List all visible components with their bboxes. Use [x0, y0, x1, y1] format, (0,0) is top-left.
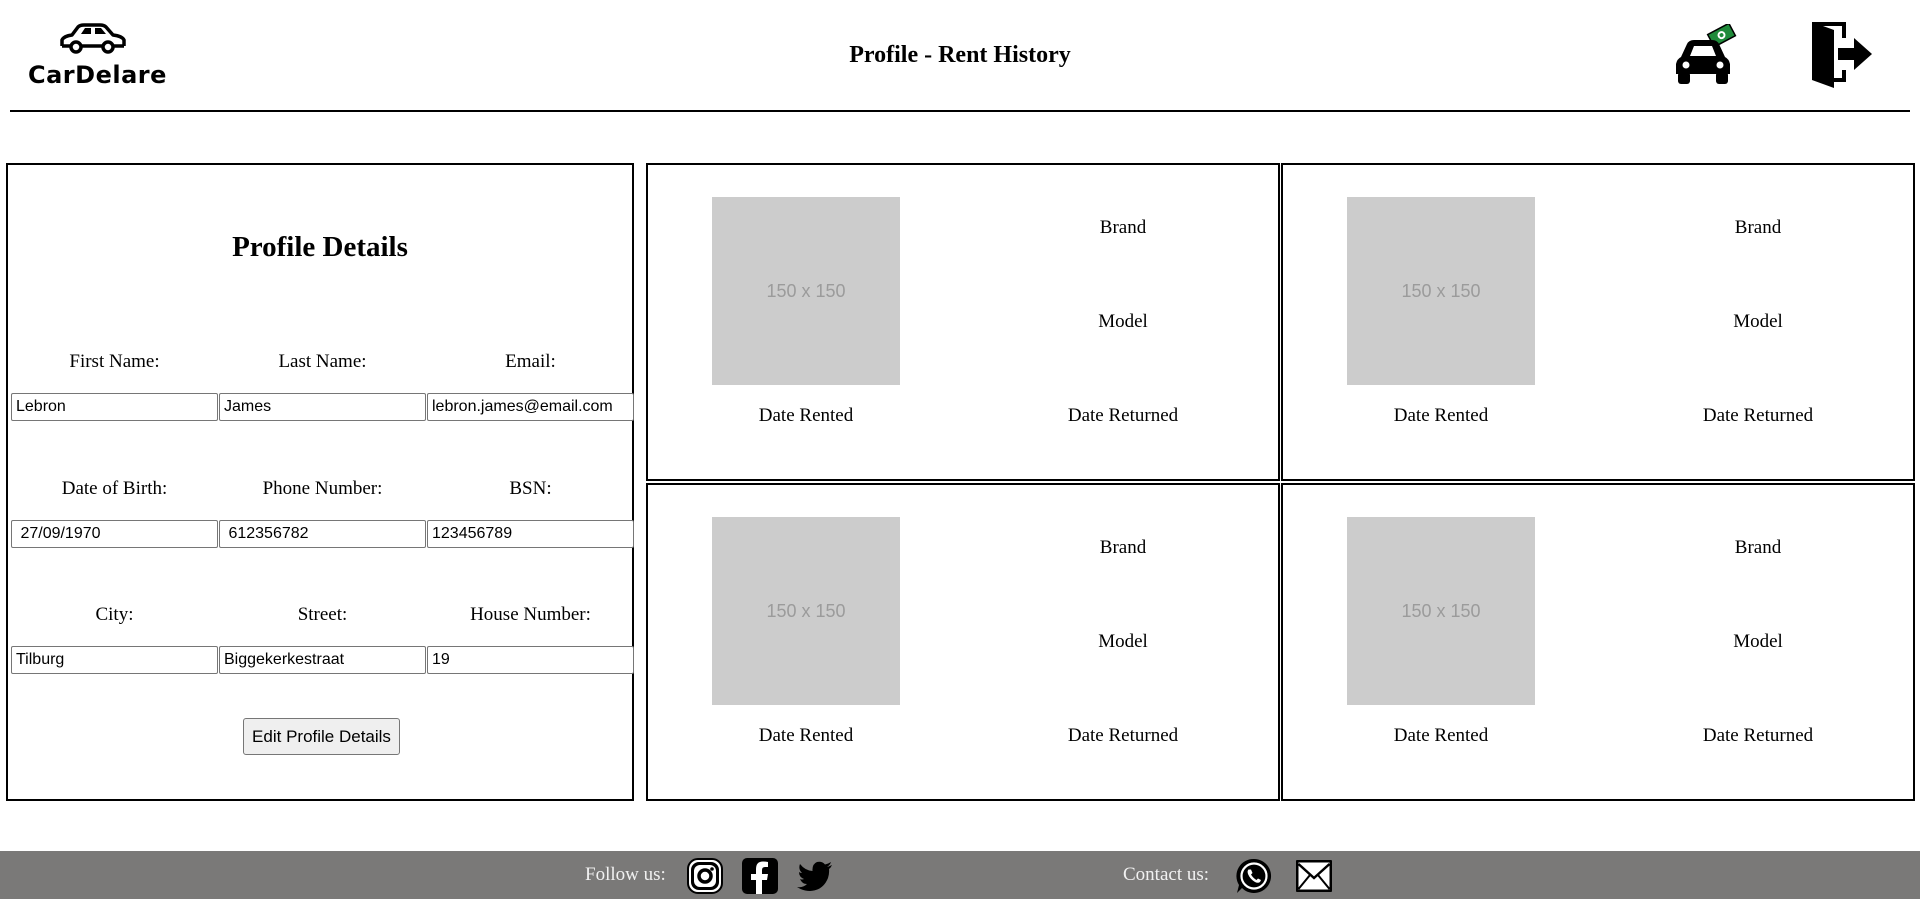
contact-us-label: Contact us:: [1123, 864, 1210, 885]
rental-date-returned: Date Returned: [1067, 725, 1179, 746]
date-of-birth-input[interactable]: [11, 520, 218, 548]
car-image-placeholder: 150 x 150: [1347, 197, 1535, 385]
rental-brand: Brand: [1734, 217, 1782, 238]
follow-us-label: Follow us:: [585, 864, 666, 885]
rental-date-returned: Date Returned: [1702, 405, 1814, 426]
rental-card[interactable]: 150 x 150 Brand Model Date Rented Date R…: [1281, 163, 1915, 481]
house-number-input[interactable]: [427, 646, 634, 674]
rental-date-rented: Date Rented: [758, 405, 854, 426]
rental-brand: Brand: [1099, 537, 1147, 558]
house-number-field: House Number:: [427, 604, 634, 674]
logout-icon[interactable]: [1810, 18, 1874, 90]
last-name-field: Last Name:: [219, 351, 426, 421]
footer: Follow us: Contact us:: [0, 851, 1920, 899]
facebook-icon[interactable]: [740, 856, 780, 896]
mail-icon[interactable]: [1294, 856, 1334, 896]
last-name-input[interactable]: [219, 393, 426, 421]
bsn-field: BSN:: [427, 478, 634, 548]
rental-date-rented: Date Rented: [758, 725, 854, 746]
rent-car-icon[interactable]: [1672, 24, 1738, 88]
edit-profile-button[interactable]: Edit Profile Details: [243, 718, 400, 755]
first-name-field: First Name:: [11, 351, 218, 421]
bsn-input[interactable]: [427, 520, 634, 548]
rental-model: Model: [1098, 311, 1148, 332]
last-name-label: Last Name:: [278, 351, 367, 372]
date-of-birth-field: Date of Birth:: [11, 478, 218, 548]
profile-details-title: Profile Details: [232, 231, 408, 263]
rental-model: Model: [1733, 631, 1783, 652]
street-label: Street:: [297, 604, 348, 625]
rental-card[interactable]: 150 x 150 Brand Model Date Rented Date R…: [646, 163, 1280, 481]
date-of-birth-label: Date of Birth:: [61, 478, 168, 499]
header: CarDelare Profile - Rent History: [0, 0, 1920, 112]
rental-card[interactable]: 150 x 150 Brand Model Date Rented Date R…: [1281, 483, 1915, 801]
car-image-placeholder: 150 x 150: [712, 517, 900, 705]
street-field: Street:: [219, 604, 426, 674]
car-image-placeholder: 150 x 150: [1347, 517, 1535, 705]
rental-brand: Brand: [1099, 217, 1147, 238]
house-number-label: House Number:: [470, 604, 591, 625]
profile-details-panel: Profile Details First Name: Last Name: E…: [6, 163, 634, 801]
email-label: Email:: [505, 351, 556, 372]
instagram-icon[interactable]: [685, 856, 725, 896]
rental-model: Model: [1733, 311, 1783, 332]
rental-date-returned: Date Returned: [1702, 725, 1814, 746]
city-label: City:: [95, 604, 134, 625]
city-input[interactable]: [11, 646, 218, 674]
phone-number-field: Phone Number:: [219, 478, 426, 548]
email-input[interactable]: [427, 393, 634, 421]
email-field: Email:: [427, 351, 634, 421]
first-name-input[interactable]: [11, 393, 218, 421]
twitter-icon[interactable]: [795, 856, 835, 896]
bsn-label: BSN:: [509, 478, 552, 499]
rental-date-rented: Date Rented: [1393, 405, 1489, 426]
page-title: Profile - Rent History: [849, 42, 1071, 68]
phone-number-input[interactable]: [219, 520, 426, 548]
street-input[interactable]: [219, 646, 426, 674]
rental-date-rented: Date Rented: [1393, 725, 1489, 746]
rental-model: Model: [1098, 631, 1148, 652]
phone-number-label: Phone Number:: [262, 478, 383, 499]
whatsapp-icon[interactable]: [1234, 856, 1274, 896]
first-name-label: First Name:: [69, 351, 160, 372]
rental-card[interactable]: 150 x 150 Brand Model Date Rented Date R…: [646, 483, 1280, 801]
rental-brand: Brand: [1734, 537, 1782, 558]
header-divider: [10, 110, 1910, 112]
rental-date-returned: Date Returned: [1067, 405, 1179, 426]
car-image-placeholder: 150 x 150: [712, 197, 900, 385]
city-field: City:: [11, 604, 218, 674]
